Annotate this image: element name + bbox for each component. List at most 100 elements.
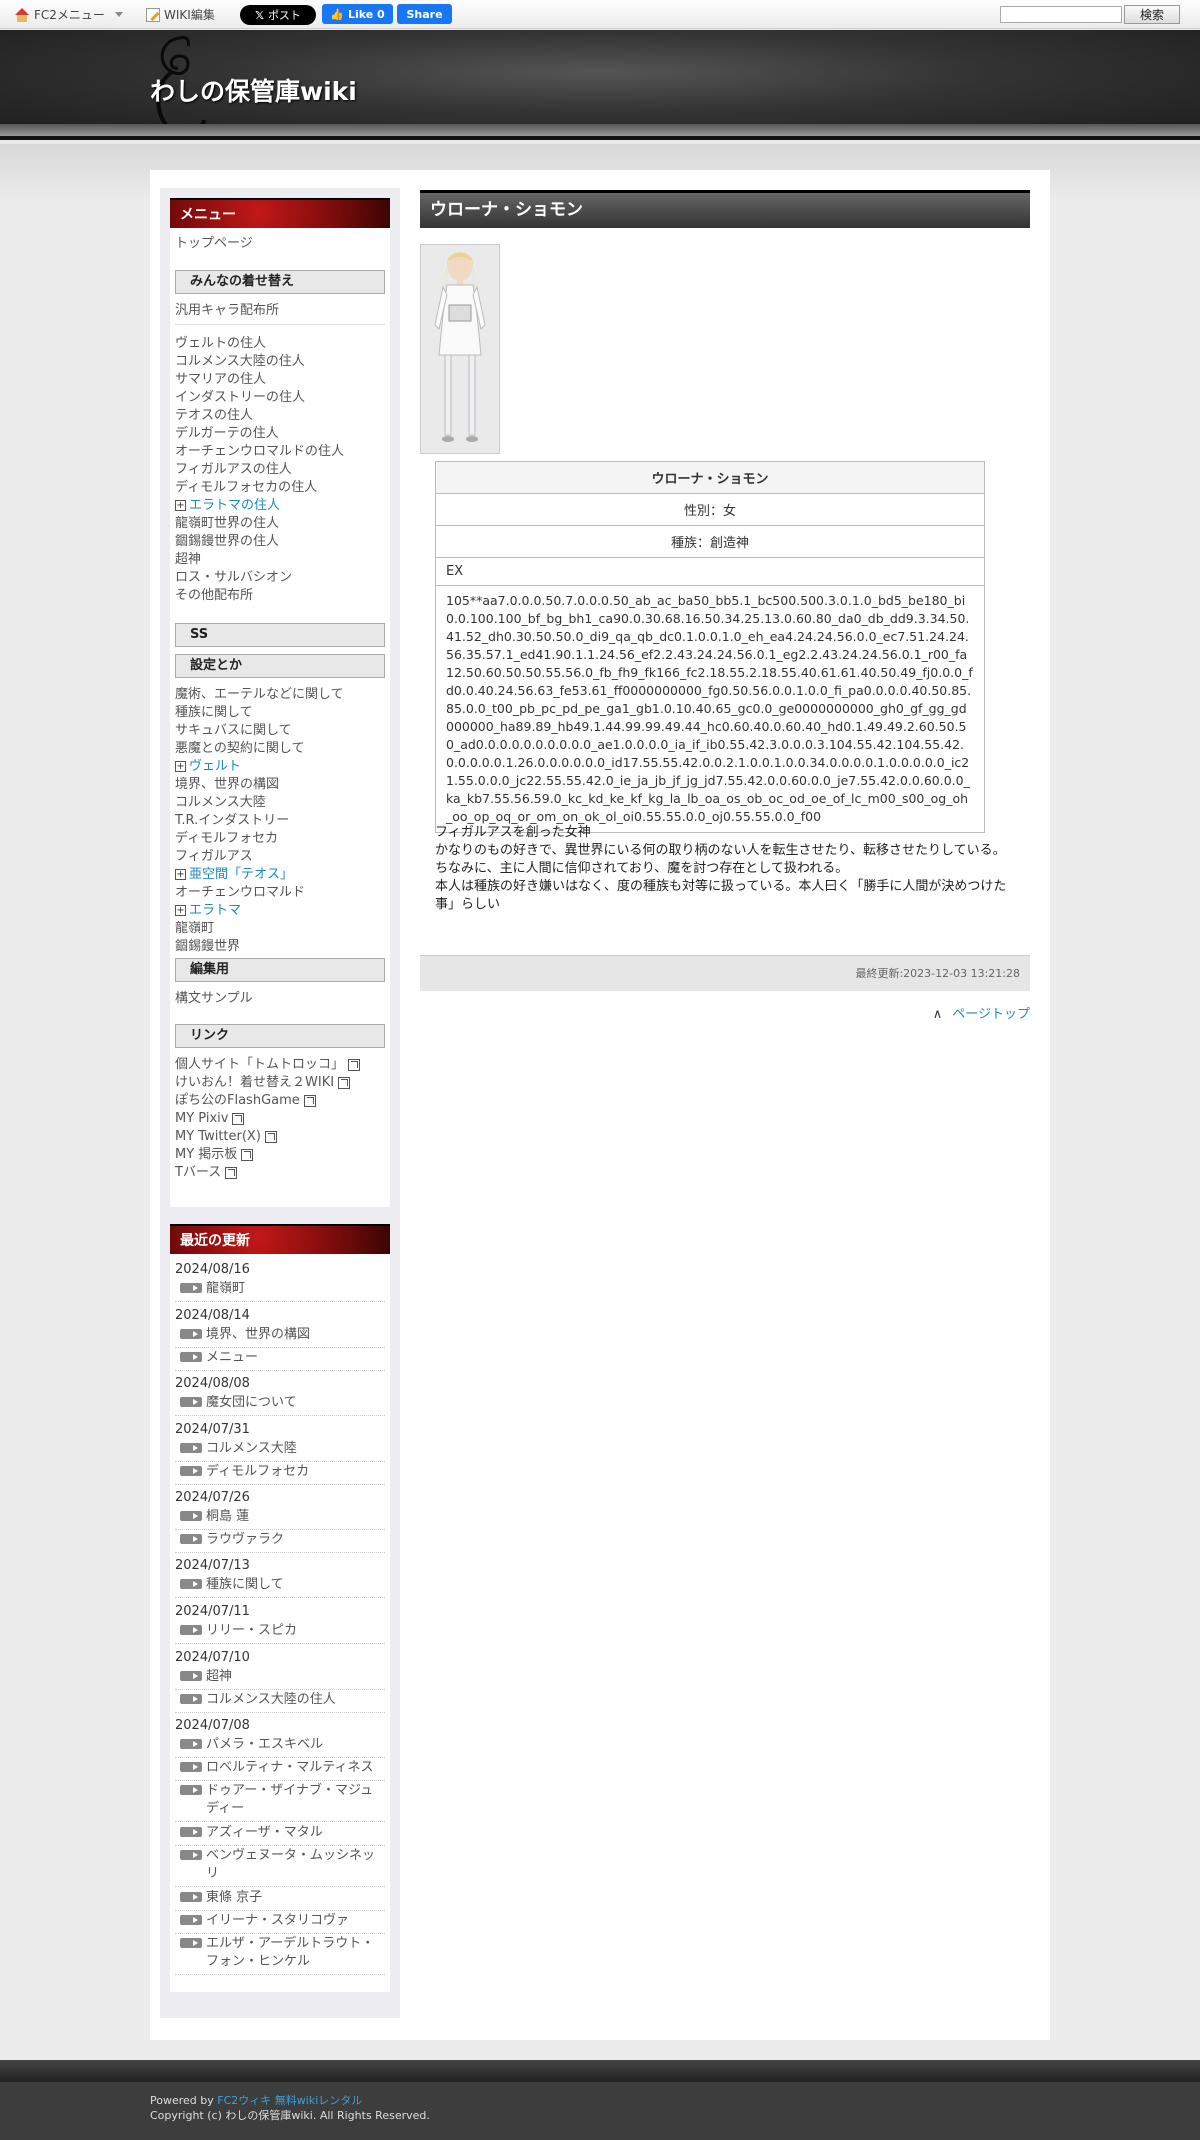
page-top-label[interactable]: ページトップ	[952, 1007, 1030, 1022]
menu-item-kisekae[interactable]: テオスの住人	[175, 408, 253, 424]
update-item[interactable]: エルザ・アーデルトラウト・フォン・ヒンケル	[175, 1935, 385, 1975]
menu-item-eratoma-residents[interactable]: エラトマの住人	[189, 498, 280, 513]
search-input[interactable]	[1000, 6, 1122, 23]
menu-item-settings[interactable]: 錮錫鏝世界	[175, 939, 240, 955]
menu-item-kisekae[interactable]: オーチェンウロマルドの住人	[175, 444, 344, 460]
expand-plus-icon[interactable]: +	[175, 500, 186, 511]
menu-item-kisekae[interactable]: ディモルフォセカの住人	[175, 480, 317, 496]
update-item-link[interactable]: アズィーザ・マタル	[175, 1824, 385, 1845]
update-item-link[interactable]: イリーナ・スタリコヴァ	[175, 1912, 385, 1933]
menu-item-kisekae[interactable]: フィガルアスの住人	[175, 462, 292, 478]
header-divider	[0, 124, 1200, 136]
update-item[interactable]: 龍嶺町	[175, 1280, 385, 1302]
update-item-link[interactable]: 東條 京子	[175, 1889, 385, 1910]
menu-item-kisekae[interactable]: 錮錫鏝世界の住人	[175, 534, 279, 550]
menu-item-settings[interactable]: オーチェンウロマルド	[175, 885, 305, 901]
update-item-link[interactable]: ラウヴァラク	[175, 1531, 385, 1552]
update-item[interactable]: ロベルティナ・マルティネス	[175, 1759, 385, 1781]
menu-item-syntax-sample[interactable]: 構文サンプル	[175, 991, 253, 1007]
link-keion-wiki[interactable]: けいおん！着せ替え２WIKI	[175, 1075, 334, 1090]
menu-item-eratoma[interactable]: エラトマ	[189, 903, 241, 918]
update-item[interactable]: 超神	[175, 1668, 385, 1690]
wiki-edit-link[interactable]: WIKI編集	[146, 6, 215, 23]
menu-item-settings[interactable]: 種族に関して	[175, 705, 253, 721]
update-item[interactable]: 種族に関して	[175, 1576, 385, 1598]
menu-item-kisekae[interactable]: 超神	[175, 552, 201, 568]
menu-item-kisekae[interactable]: コルメンス大陸の住人	[175, 354, 305, 370]
site-title-link[interactable]: わしの保管庫wiki	[150, 72, 357, 108]
update-item-link[interactable]: ベンヴェヌータ・ムッシネッリ	[175, 1847, 385, 1886]
update-item-link[interactable]: 境界、世界の構図	[175, 1326, 385, 1347]
update-item-link[interactable]: メニュー	[175, 1349, 385, 1370]
update-item-link[interactable]: 種族に関して	[175, 1576, 385, 1597]
expand-plus-icon[interactable]: +	[175, 905, 186, 916]
facebook-share-button[interactable]: Share	[397, 4, 452, 24]
update-item[interactable]: メニュー	[175, 1349, 385, 1371]
expand-plus-icon[interactable]: +	[175, 869, 186, 880]
update-item[interactable]: リリー・スピカ	[175, 1622, 385, 1644]
update-item-link[interactable]: エルザ・アーデルトラウト・フォン・ヒンケル	[175, 1935, 385, 1974]
update-item-link[interactable]: ディモルフォセカ	[175, 1463, 385, 1484]
update-item-link[interactable]: リリー・スピカ	[175, 1622, 385, 1643]
menu-item-velt[interactable]: ヴェルト	[189, 759, 241, 774]
update-item-link[interactable]: コルメンス大陸	[175, 1440, 385, 1461]
arrow-right-icon	[180, 1671, 202, 1681]
character-image[interactable]	[420, 244, 500, 454]
menu-item-kisekae[interactable]: サマリアの住人	[175, 372, 266, 388]
expand-plus-icon[interactable]: +	[175, 761, 186, 772]
menu-item-teos[interactable]: 亜空間「テオス」	[189, 867, 293, 882]
update-item[interactable]: アズィーザ・マタル	[175, 1824, 385, 1846]
menu-item-kisekae[interactable]: ロス・サルバシオン	[175, 570, 292, 586]
update-item[interactable]: コルメンス大陸	[175, 1440, 385, 1462]
update-item-link[interactable]: ドゥアー・ザイナブ・マジュディー	[175, 1782, 385, 1821]
update-item[interactable]: ラウヴァラク	[175, 1531, 385, 1553]
menu-item-kisekae[interactable]: 龍嶺町世界の住人	[175, 516, 279, 532]
facebook-like-button[interactable]: 👍 Like 0	[322, 4, 393, 24]
menu-item-kisekae[interactable]: その他配布所	[175, 588, 253, 604]
update-item[interactable]: パメラ・エスキベル	[175, 1736, 385, 1758]
link-tomtrocco[interactable]: 個人サイト「トムトロッコ」	[175, 1057, 344, 1072]
menu-item-kisekae[interactable]: デルガーテの住人	[175, 426, 279, 442]
footer-fc2-link[interactable]: FC2ウィキ 無料wikiレンタル	[217, 2094, 362, 2107]
update-item-link[interactable]: 魔女団について	[175, 1394, 385, 1415]
menu-item-settings[interactable]: T.R.インダストリー	[175, 813, 289, 829]
update-item[interactable]: コルメンス大陸の住人	[175, 1691, 385, 1713]
update-item-link[interactable]: 超神	[175, 1668, 385, 1689]
page-top-link[interactable]: ∧ ページトップ	[933, 1003, 1030, 1022]
x-post-button[interactable]: 𝕏 ポスト	[240, 5, 316, 25]
link-bbs[interactable]: MY 掲示板	[175, 1147, 237, 1162]
menu-item-settings[interactable]: 境界、世界の構図	[175, 777, 279, 793]
menu-item-top-page[interactable]: トップページ	[175, 236, 253, 252]
update-item[interactable]: 東條 京子	[175, 1889, 385, 1911]
update-item[interactable]: 桐島 蓮	[175, 1508, 385, 1530]
character-figure-icon	[421, 245, 499, 453]
menu-item-settings[interactable]: 魔術、エーテルなどに関して	[175, 687, 344, 703]
menu-item-settings[interactable]: 龍嶺町	[175, 921, 214, 937]
menu-item-settings[interactable]: 悪魔との契約に関して	[175, 741, 304, 757]
fc2-menu-button[interactable]: FC2メニュー	[14, 6, 123, 23]
menu-item-kisekae[interactable]: ヴェルトの住人	[175, 336, 266, 352]
update-item[interactable]: ディモルフォセカ	[175, 1463, 385, 1485]
arrow-up-icon: ∧	[932, 1007, 943, 1022]
update-item[interactable]: イリーナ・スタリコヴァ	[175, 1912, 385, 1934]
menu-item-settings[interactable]: サキュバスに関して	[175, 723, 292, 739]
update-item-link[interactable]: コルメンス大陸の住人	[175, 1691, 385, 1712]
menu-item-settings[interactable]: フィガルアス	[175, 849, 253, 865]
update-item[interactable]: 境界、世界の構図	[175, 1326, 385, 1348]
update-item[interactable]: ベンヴェヌータ・ムッシネッリ	[175, 1847, 385, 1887]
update-item[interactable]: 魔女団について	[175, 1394, 385, 1416]
link-tverse[interactable]: Tバース	[175, 1165, 221, 1180]
menu-item-kisekae[interactable]: インダストリーの住人	[175, 390, 305, 406]
link-pixiv[interactable]: MY Pixiv	[175, 1111, 228, 1126]
update-item-link[interactable]: パメラ・エスキベル	[175, 1736, 385, 1757]
menu-item-settings[interactable]: コルメンス大陸	[175, 795, 266, 811]
link-flashgame[interactable]: ぽち公のFlashGame	[175, 1093, 300, 1108]
update-item-link[interactable]: 龍嶺町	[175, 1280, 385, 1301]
search-button[interactable]: 検索	[1124, 5, 1180, 24]
update-item[interactable]: ドゥアー・ザイナブ・マジュディー	[175, 1782, 385, 1822]
update-item-link[interactable]: ロベルティナ・マルティネス	[175, 1759, 385, 1780]
update-item-link[interactable]: 桐島 蓮	[175, 1508, 385, 1529]
menu-item-generic-char[interactable]: 汎用キャラ配布所	[175, 303, 279, 319]
link-twitter[interactable]: MY Twitter(X)	[175, 1129, 261, 1144]
menu-item-settings[interactable]: ディモルフォセカ	[175, 831, 278, 847]
